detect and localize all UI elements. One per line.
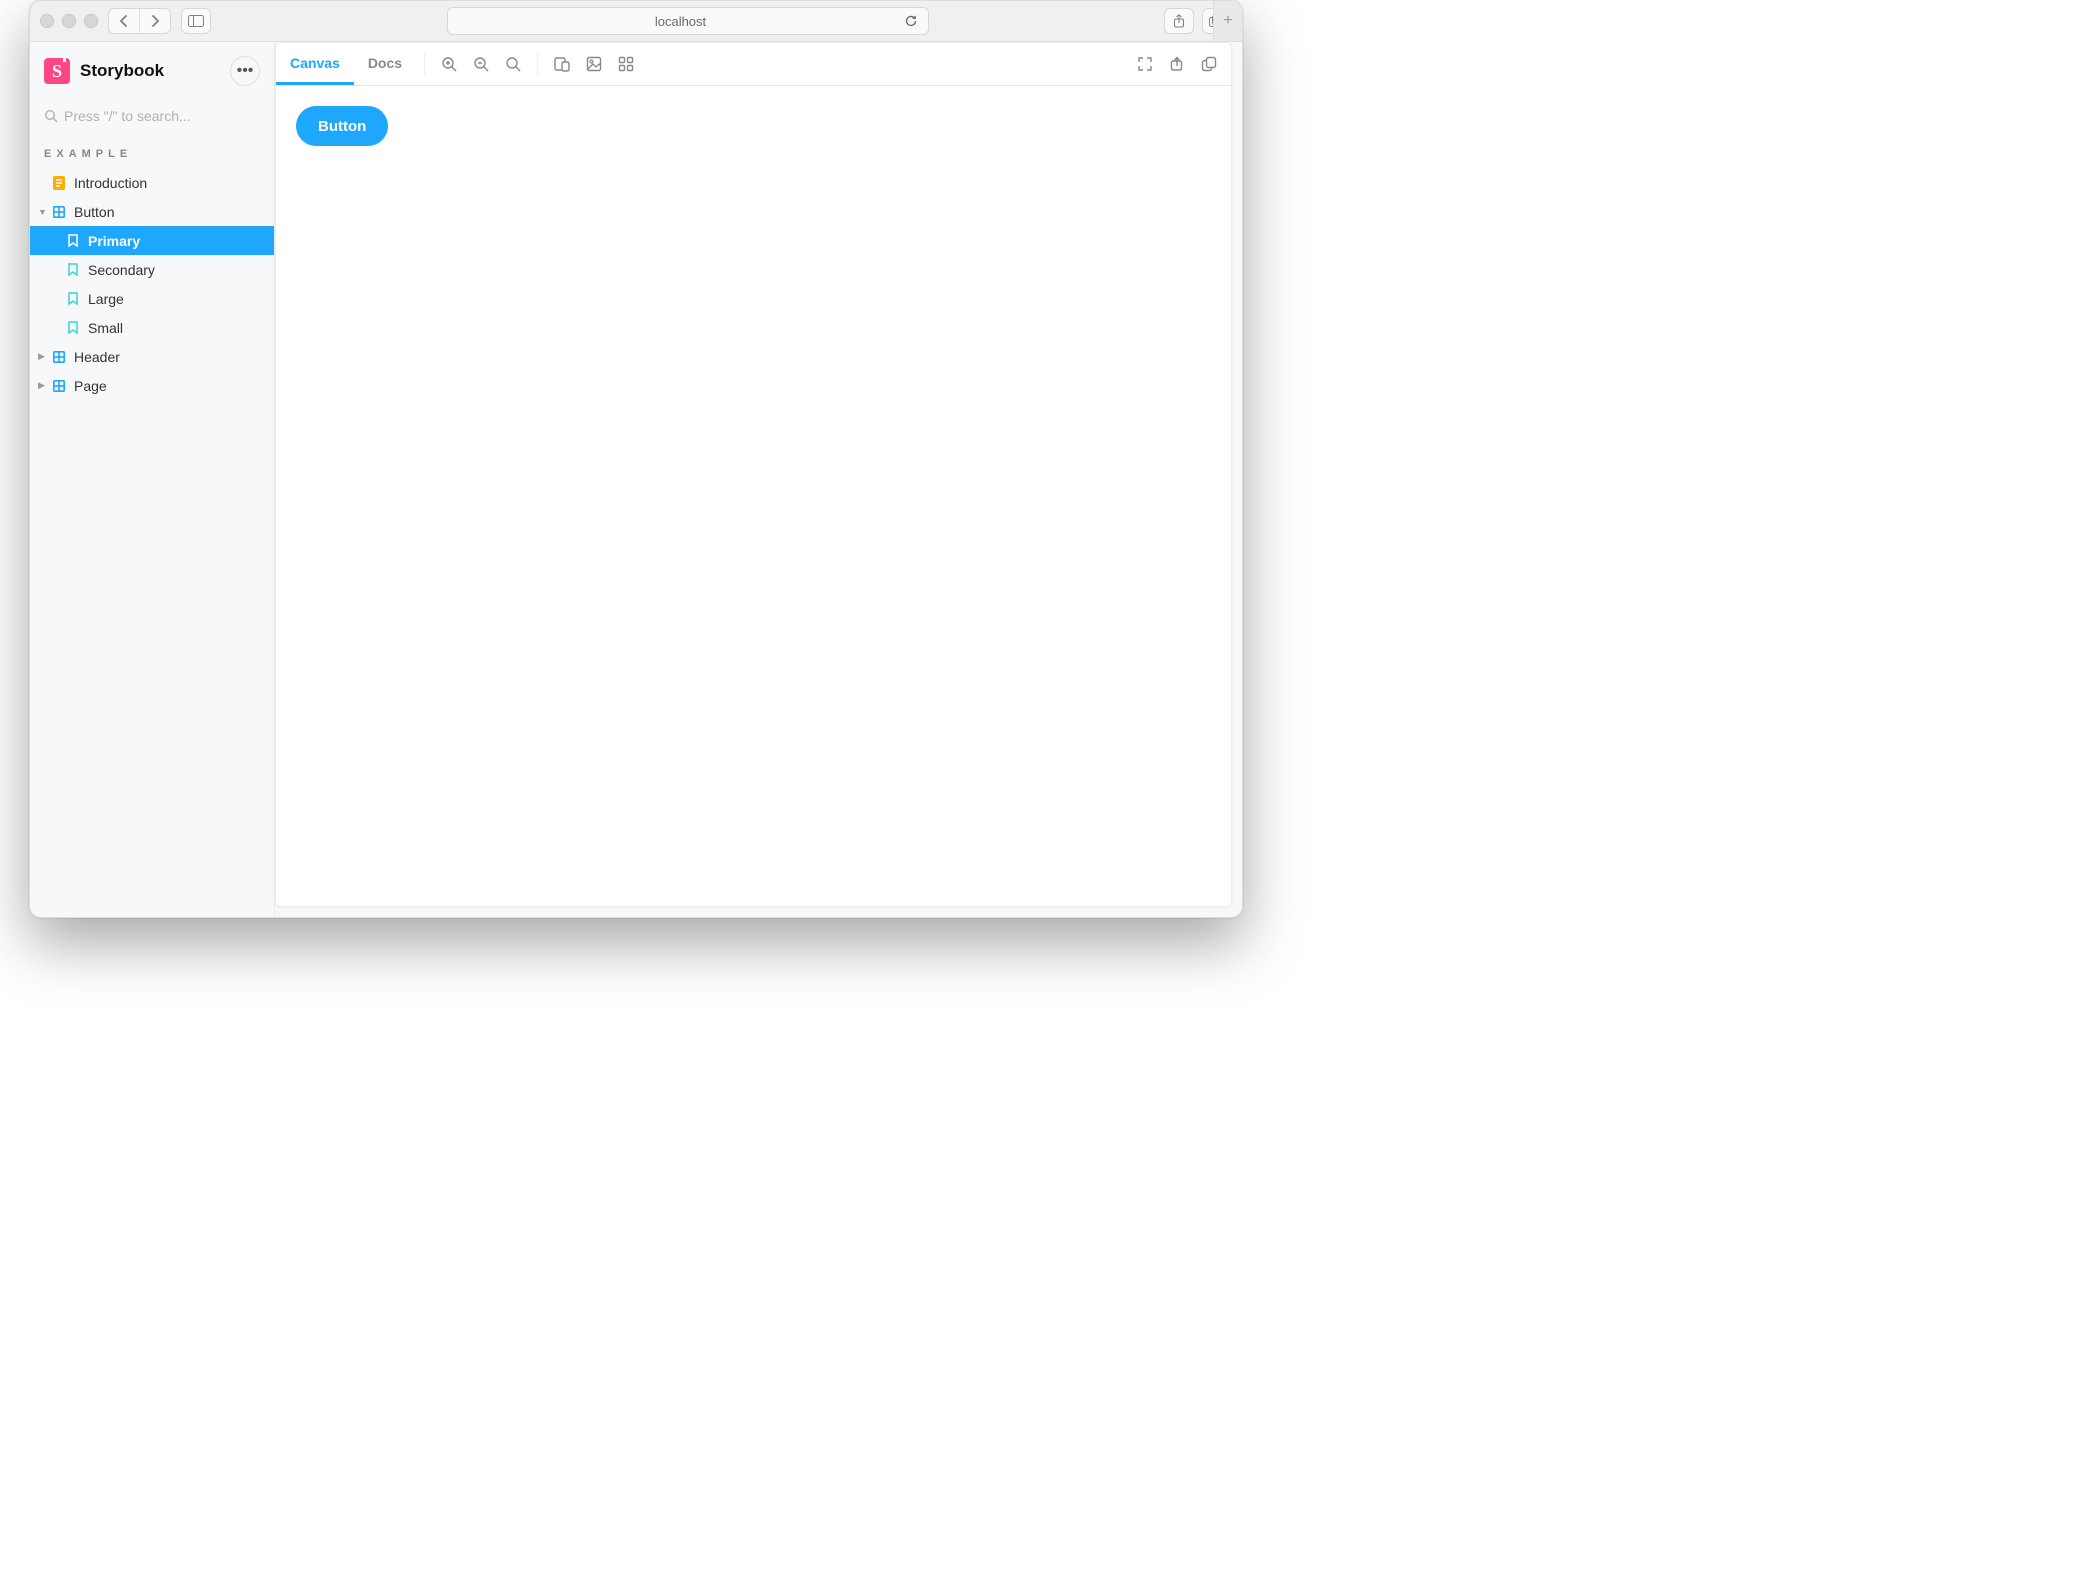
address-url: localhost	[458, 14, 904, 29]
grid-button[interactable]	[610, 43, 642, 85]
zoom-out-button[interactable]	[465, 43, 497, 85]
tree-label: Large	[88, 291, 124, 307]
address-bar[interactable]: localhost	[447, 7, 929, 35]
preview-toolbar: Canvas Docs	[276, 43, 1231, 86]
storybook-logo-icon: S	[44, 58, 70, 84]
open-isolated-button[interactable]	[1161, 43, 1193, 85]
tree-label: Header	[74, 349, 120, 365]
component-icon	[52, 350, 66, 364]
window-controls	[40, 14, 98, 28]
tree-label: Page	[74, 378, 107, 394]
nav-back-forward	[108, 8, 171, 34]
preview-tabs: Canvas Docs	[276, 43, 416, 85]
brand-title: Storybook	[80, 61, 164, 81]
main-area: Canvas Docs	[275, 42, 1242, 917]
bookmark-icon	[66, 292, 80, 306]
tree-label: Button	[74, 204, 114, 220]
tab-canvas[interactable]: Canvas	[276, 43, 354, 85]
canvas-area: Button	[276, 86, 1231, 906]
document-icon	[52, 176, 66, 190]
search-icon	[44, 109, 58, 123]
component-icon	[52, 379, 66, 393]
sidebar-header: S Storybook •••	[30, 56, 274, 96]
new-tab-button[interactable]: +	[1213, 1, 1242, 41]
search-input[interactable]: Press "/" to search...	[44, 102, 260, 130]
bookmark-icon	[66, 234, 80, 248]
chevron-right-icon: ▶	[38, 380, 50, 391]
preview-panel: Canvas Docs	[275, 42, 1232, 907]
reload-icon[interactable]	[904, 14, 918, 28]
window-close-icon[interactable]	[40, 14, 54, 28]
sidebar-story-large[interactable]: Large	[30, 284, 274, 313]
nav-tree: Introduction ▼ Button P	[30, 168, 274, 400]
component-icon	[52, 205, 66, 219]
sidebar-story-small[interactable]: Small	[30, 313, 274, 342]
sidebar-story-primary[interactable]: Primary	[30, 226, 274, 255]
nav-back-button[interactable]	[109, 9, 140, 33]
sidebar-item-introduction[interactable]: Introduction	[30, 168, 274, 197]
browser-window: localhost + S Stor	[29, 0, 1243, 918]
search-placeholder: Press "/" to search...	[64, 108, 191, 124]
toolbar-separator	[537, 53, 538, 75]
background-button[interactable]	[578, 43, 610, 85]
share-button[interactable]	[1164, 8, 1194, 34]
window-minimize-icon[interactable]	[62, 14, 76, 28]
tree-label: Small	[88, 320, 123, 336]
tree-label: Primary	[88, 233, 140, 249]
zoom-in-button[interactable]	[433, 43, 465, 85]
sidebar-item-page[interactable]: ▶ Page	[30, 371, 274, 400]
demo-button[interactable]: Button	[296, 106, 388, 146]
chevron-down-icon: ▼	[38, 207, 50, 217]
toolbar-separator	[424, 53, 425, 75]
browser-chrome: localhost +	[30, 1, 1242, 42]
sidebar-menu-button[interactable]: •••	[230, 56, 260, 86]
copy-link-button[interactable]	[1193, 43, 1225, 85]
sidebar-item-button[interactable]: ▼ Button	[30, 197, 274, 226]
sidebar: S Storybook ••• Press "/" to search... E…	[30, 42, 275, 917]
bookmark-icon	[66, 263, 80, 277]
window-zoom-icon[interactable]	[84, 14, 98, 28]
tree-label: Introduction	[74, 175, 147, 191]
sidebar-toggle-button[interactable]	[181, 8, 211, 34]
tree-label: Secondary	[88, 262, 155, 278]
sidebar-item-header[interactable]: ▶ Header	[30, 342, 274, 371]
sidebar-story-secondary[interactable]: Secondary	[30, 255, 274, 284]
storybook-app: S Storybook ••• Press "/" to search... E…	[30, 42, 1242, 917]
tab-docs[interactable]: Docs	[354, 43, 416, 85]
sidebar-section-label: EXAMPLE	[30, 144, 274, 168]
bookmark-icon	[66, 321, 80, 335]
viewport-button[interactable]	[546, 43, 578, 85]
fullscreen-button[interactable]	[1129, 43, 1161, 85]
zoom-reset-button[interactable]	[497, 43, 529, 85]
nav-forward-button[interactable]	[140, 9, 170, 33]
chevron-right-icon: ▶	[38, 351, 50, 362]
